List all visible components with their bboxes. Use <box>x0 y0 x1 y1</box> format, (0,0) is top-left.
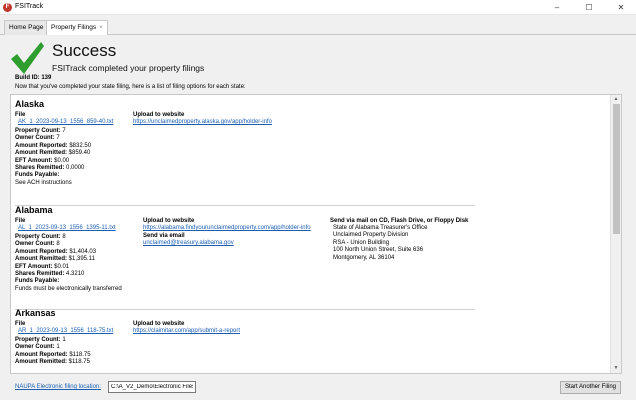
upload-header: Upload to website <box>143 218 195 224</box>
tab-home-page[interactable]: Home Page <box>4 20 49 35</box>
success-title: Success <box>52 41 117 60</box>
file-column: File AL_1_2023-09-13_1556_1395-11.txt Pr… <box>15 218 122 293</box>
field-row: EFT Amount: $0.00 <box>15 157 70 164</box>
email-header: Send via email <box>143 233 185 239</box>
filing-options-panel: Alaska File AK_1_2023-09-13_1556_859-40.… <box>10 94 622 374</box>
field-row: Amount Remitted: $118.75 <box>15 359 90 366</box>
state-name: Arkansas <box>15 308 56 318</box>
mail-line: Montgomery, AL 36104 <box>333 254 395 261</box>
field-row: Amount Reported: $118.75 <box>15 351 91 358</box>
field-row: EFT Amount: $0.01 <box>15 263 70 270</box>
close-icon[interactable]: ✕ <box>610 0 632 15</box>
scroll-thumb[interactable] <box>613 104 620 234</box>
naupa-location-link[interactable]: NAUPA Electronic filing location: <box>15 384 101 390</box>
file-column: File AR_1_2023-09-13_1556_118-75.txt Pro… <box>15 321 113 367</box>
field-row: Shares Remitted: 4.3210 <box>15 271 85 278</box>
state-section-alaska: Alaska File AK_1_2023-09-13_1556_859-40.… <box>15 99 600 206</box>
upload-link[interactable]: https://alabama.findyourunclaimedpropert… <box>143 225 311 231</box>
state-name: Alabama <box>15 205 53 215</box>
upload-column: Upload to website https://alabama.findyo… <box>143 218 311 246</box>
funds-note: Funds must be electronically transferred <box>15 285 122 292</box>
file-header: File <box>15 218 26 224</box>
upload-header: Upload to website <box>133 112 185 118</box>
field-row: Amount Reported: $832.50 <box>15 142 92 149</box>
field-row: Funds Payable: <box>15 278 60 285</box>
file-column: File AK_1_2023-09-13_1556_859-40.txt Pro… <box>15 112 113 187</box>
file-link[interactable]: AR_1_2023-09-13_1556_118-75.txt <box>18 328 113 334</box>
success-subtitle: FSITrack completed your property filings <box>52 63 205 73</box>
field-row: Amount Remitted: $1,395.11 <box>15 256 95 263</box>
mail-line: State of Alabama Treasurer's Office <box>333 225 428 231</box>
state-section-alabama: Alabama File AL_1_2023-09-13_1556_1395-1… <box>15 205 600 310</box>
minimize-icon[interactable]: – <box>546 0 568 15</box>
scroll-down-icon[interactable]: ▼ <box>611 364 621 373</box>
mail-header: Send via mail on CD, Flash Drive, or Flo… <box>330 218 469 224</box>
file-header: File <box>15 321 26 327</box>
mail-line: RSA - Union Building <box>333 239 390 246</box>
tab-bar: Home Page Property Filings × <box>0 15 636 36</box>
upload-link[interactable]: https://unclaimedproperty.alaska.gov/app… <box>133 119 272 125</box>
tab-property-filings[interactable]: Property Filings × <box>46 20 108 36</box>
upload-column: Upload to website https://claimitar.com/… <box>133 321 240 334</box>
app-logo-icon: F <box>3 3 12 12</box>
window-title: FSITrack <box>15 3 44 10</box>
field-row: Shares Remitted: 0.0000 <box>15 165 85 172</box>
success-check-icon <box>11 42 44 74</box>
upload-column: Upload to website https://unclaimedprope… <box>133 112 272 125</box>
field-row: Property Count: 7 <box>15 128 66 134</box>
email-link[interactable]: unclaimed@treasury.alabama.gov <box>143 240 311 246</box>
field-row: Amount Reported: $1,404.03 <box>15 248 97 255</box>
start-another-filing-button[interactable]: Start Another Filing <box>560 381 621 394</box>
file-link[interactable]: AK_1_2023-09-13_1556_859-40.txt <box>18 119 113 125</box>
title-bar: F FSITrack – ☐ ✕ <box>0 0 636 15</box>
field-row: Funds Payable: <box>15 172 60 179</box>
file-header: File <box>15 112 26 118</box>
vertical-scrollbar[interactable]: ▲ ▼ <box>610 95 621 373</box>
mail-column: Send via mail on CD, Flash Drive, or Flo… <box>330 218 468 262</box>
tab-close-icon[interactable]: × <box>99 24 103 31</box>
file-link[interactable]: AL_1_2023-09-13_1556_1395-11.txt <box>18 225 122 231</box>
scroll-up-icon[interactable]: ▲ <box>611 95 621 104</box>
mail-line: 100 North Union Street, Suite 636 <box>333 247 424 254</box>
state-name: Alaska <box>15 99 45 109</box>
field-row: Property Count: 8 <box>15 234 66 240</box>
field-row: Owner Count: 7 <box>15 135 60 142</box>
funds-note: See ACH instructions <box>15 179 72 186</box>
upload-link[interactable]: https://claimitar.com/app/submit-a-repor… <box>133 328 240 334</box>
intro-text: Now that you've completed your state fil… <box>15 84 246 90</box>
mail-line: Unclaimed Property Division <box>333 232 409 239</box>
field-row: Property Count: 1 <box>15 337 66 343</box>
state-section-arkansas: Arkansas File AR_1_2023-09-13_1556_118-7… <box>15 308 600 373</box>
build-id: Build ID: 139 <box>15 75 52 81</box>
tab-label: Home Page <box>9 24 44 31</box>
field-row: Owner Count: 1 <box>15 344 60 351</box>
naupa-location-input[interactable] <box>108 381 196 393</box>
tab-label: Property Filings <box>51 24 97 31</box>
upload-header: Upload to website <box>133 321 185 327</box>
maximize-icon[interactable]: ☐ <box>578 0 600 15</box>
field-row: Owner Count: 8 <box>15 241 60 248</box>
field-row: Amount Remitted: $859.40 <box>15 150 91 157</box>
